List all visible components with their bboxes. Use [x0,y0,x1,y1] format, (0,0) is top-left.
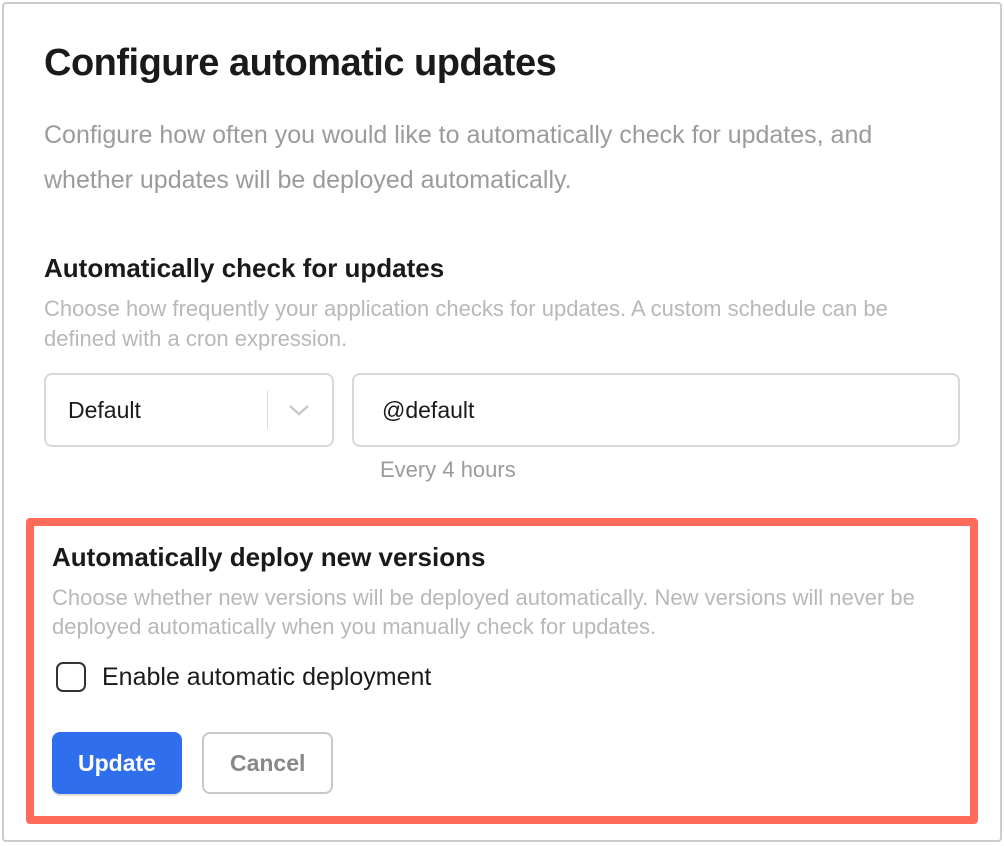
select-divider [267,391,268,429]
page-title: Configure automatic updates [44,42,960,85]
cron-column: Every 4 hours [352,373,960,483]
update-button[interactable]: Update [52,732,182,794]
configure-updates-panel: Configure automatic updates Configure ho… [2,2,1002,842]
schedule-row: Default Every 4 hours [44,373,960,483]
deploy-highlight-box: Automatically deploy new versions Choose… [26,518,978,824]
schedule-select-value: Default [68,397,141,424]
page-description: Configure how often you would like to au… [44,113,960,203]
auto-deploy-checkbox-row[interactable]: Enable automatic deployment [56,662,952,692]
button-row: Update Cancel [52,732,952,794]
schedule-select[interactable]: Default [44,373,334,447]
deploy-heading: Automatically deploy new versions [52,542,952,573]
deploy-description: Choose whether new versions will be depl… [52,583,952,642]
check-updates-heading: Automatically check for updates [44,253,960,284]
cancel-button[interactable]: Cancel [202,732,333,794]
auto-deploy-checkbox-label: Enable automatic deployment [102,663,431,692]
schedule-select-wrap: Default [44,373,334,447]
check-updates-description: Choose how frequently your application c… [44,294,960,353]
cron-input[interactable] [352,373,960,447]
chevron-down-icon [288,399,310,421]
auto-deploy-checkbox[interactable] [56,662,86,692]
cron-help-text: Every 4 hours [352,457,960,483]
